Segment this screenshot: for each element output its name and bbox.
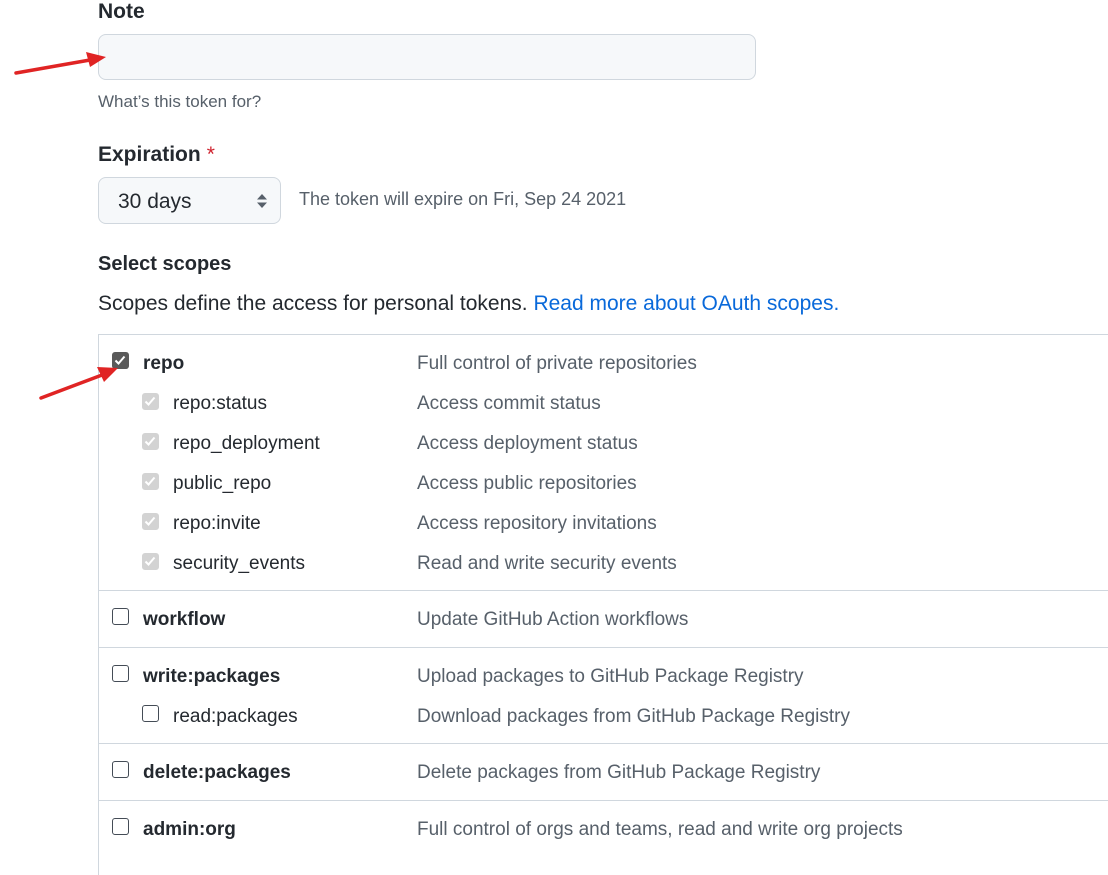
read-packages-checkbox[interactable] [142,705,159,722]
expiration-date-text: The token will expire on Fri, Sep 24 202… [299,189,627,209]
scope-name-write-packages: write:packages [143,666,281,687]
scope-desc-repo-invite: Access repository invitations [417,513,657,534]
scope-name-repo-invite: repo:invite [173,513,261,534]
scope-desc-admin-org: Full control of orgs and teams, read and… [417,819,903,840]
scopes-description: Scopes define the access for personal to… [98,292,839,316]
checkmark-icon [144,396,156,406]
note-input[interactable] [98,34,756,80]
delete-packages-checkbox[interactable] [112,761,129,778]
scope-desc-read-packages: Download packages from GitHub Package Re… [417,706,850,727]
scope-desc-delete-packages: Delete packages from GitHub Package Regi… [417,762,821,783]
scope-name-read-packages: read:packages [173,706,298,727]
scope-desc-public-repo: Access public repositories [417,473,637,494]
scope-desc-repo: Full control of private repositories [417,353,697,374]
repo-invite-checkbox[interactable] [142,513,159,530]
red-arrow-icon [39,367,118,400]
scope-desc-write-packages: Upload packages to GitHub Package Regist… [417,666,804,687]
up-down-caret-icon [257,194,267,208]
repo-deployment-checkbox[interactable] [142,433,159,450]
required-mark: * [206,143,215,166]
admin-org-checkbox[interactable] [112,818,129,835]
public-repo-checkbox[interactable] [142,473,159,490]
scope-desc-repo-deployment: Access deployment status [417,433,638,454]
row-divider [98,590,1108,591]
scope-name-admin-org: admin:org [143,819,236,840]
expiration-label: Expiration * [98,143,215,167]
scopes-description-text: Scopes define the access for personal to… [98,292,528,315]
row-divider [98,647,1108,648]
scopes-title: Select scopes [98,253,232,275]
scope-name-repo-status: repo:status [173,393,267,414]
scope-desc-workflow: Update GitHub Action workflows [417,609,689,630]
repo-status-checkbox[interactable] [142,393,159,410]
checkmark-icon [144,476,156,486]
scope-name-public-repo: public_repo [173,473,272,494]
note-label: Note [98,0,145,23]
scope-name-security-events: security_events [173,553,306,574]
checkmark-icon [144,556,156,566]
scopes-table [98,334,1108,875]
workflow-checkbox[interactable] [112,608,129,625]
expiration-label-text: Expiration [98,143,201,166]
expiration-select-value: 30 days [118,190,192,213]
security-events-checkbox[interactable] [142,553,159,570]
checkmark-icon [144,436,156,446]
scope-name-repo: repo [143,353,185,374]
scope-desc-security-events: Read and write security events [417,553,677,574]
oauth-scopes-link[interactable]: Read more about OAuth scopes. [533,292,839,315]
note-hint: What’s this token for? [98,92,262,111]
write-packages-checkbox[interactable] [112,665,129,682]
row-divider [98,800,1108,801]
row-divider [98,743,1108,744]
checkmark-icon [144,516,156,526]
scope-name-delete-packages: delete:packages [143,762,291,783]
expiration-select[interactable]: 30 days [98,177,281,224]
red-arrow-icon [14,52,106,75]
scope-name-workflow: workflow [143,609,226,630]
scope-desc-repo-status: Access commit status [417,393,601,414]
scope-name-repo-deployment: repo_deployment [173,433,320,454]
